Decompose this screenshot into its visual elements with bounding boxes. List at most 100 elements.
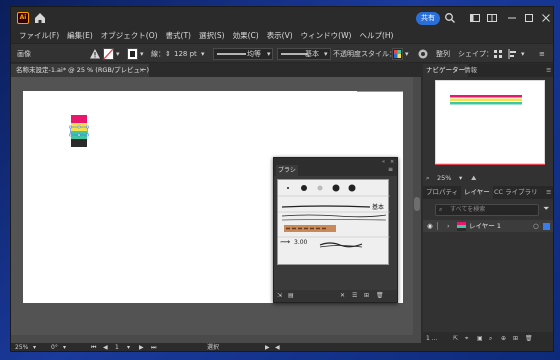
expand-chevron-icon[interactable]: › [447, 220, 450, 232]
visibility-eye-icon[interactable]: ◉ [427, 220, 433, 232]
remove-stroke-icon[interactable]: ✕ [340, 290, 345, 302]
zoom-dropdown-icon[interactable]: ▾ [459, 172, 462, 184]
menu-select[interactable]: 選択(S) [195, 29, 229, 43]
menu-file[interactable]: ファイル(F) [15, 29, 63, 43]
variable-width-dropdown-icon[interactable]: ▾ [267, 48, 271, 60]
fill-dropdown-icon[interactable]: ▾ [116, 48, 120, 60]
status-rotation-dropdown-icon[interactable]: ▾ [63, 343, 66, 351]
new-brush-icon[interactable]: ⊞ [364, 290, 369, 302]
canvas-area[interactable]: «× ブラシ ≡ 基本 ⟿ 3.00 ⇲ ▤ ✕ ☰ ⊞ 🗑 [11, 77, 421, 343]
navigator-preview[interactable] [435, 80, 545, 164]
selection-handle[interactable] [69, 133, 72, 137]
selection-handle[interactable] [86, 133, 89, 137]
brush-libraries-icon[interactable]: ⇲ [277, 290, 282, 302]
selection-indicator-icon[interactable] [543, 222, 550, 230]
maximize-icon[interactable] [523, 12, 535, 24]
next-artboard-icon[interactable]: ▶ [139, 343, 144, 351]
style-dropdown-icon[interactable]: ▾ [405, 48, 409, 60]
selection-handle[interactable] [86, 125, 89, 129]
horizontal-scrollbar[interactable] [11, 335, 413, 343]
artboard-number[interactable]: 1 [115, 343, 119, 351]
brush-dot-large[interactable] [329, 182, 343, 194]
home-icon[interactable] [33, 11, 47, 25]
opacity-label[interactable]: 不透明度 [333, 48, 361, 60]
status-rotation[interactable]: 0° [51, 343, 58, 351]
stroke-weight-input[interactable]: 128 pt [174, 48, 197, 60]
stroke-swatch[interactable] [127, 48, 138, 60]
delete-brush-icon[interactable]: 🗑 [376, 290, 384, 302]
selection-handle[interactable] [77, 125, 81, 129]
document-tab[interactable]: 名称未設定-1.ai* @ 25 % (RGB/プレビュー) × [11, 64, 149, 77]
panel-menu-icon[interactable]: ≡ [388, 164, 393, 176]
variable-width-select[interactable] [213, 48, 273, 60]
close-tab-icon[interactable]: × [139, 64, 147, 77]
graphic-style-swatch[interactable] [392, 48, 403, 60]
layer-search-input[interactable]: ⌕ すべてを検索 [435, 204, 539, 216]
stroke-weight-dropdown-icon[interactable]: ▾ [201, 48, 205, 60]
layer-row[interactable]: ◉ › レイヤー 1 ○ [423, 220, 553, 232]
fill-swatch[interactable] [103, 48, 114, 60]
artboard-dropdown-icon[interactable]: ▾ [127, 343, 130, 351]
control-menu-icon[interactable]: ≡ [539, 48, 545, 60]
zoom-in-icon[interactable]: ⛰ [471, 172, 476, 184]
menu-type[interactable]: 書式(T) [162, 29, 195, 43]
status-zoom[interactable]: 25% [15, 343, 28, 351]
menu-window[interactable]: ウィンドウ(W) [297, 29, 356, 43]
vertical-scrollbar[interactable] [413, 77, 421, 343]
tab-cc-libraries[interactable]: CC ライブラリ [491, 186, 541, 199]
previous-artboard-icon[interactable]: ◀ [103, 343, 108, 351]
close-icon[interactable] [540, 12, 552, 24]
brush-list[interactable]: 基本 ⟿ 3.00 [277, 179, 390, 265]
minimize-icon[interactable] [506, 12, 518, 24]
navigator-view-box [435, 164, 545, 165]
status-back-icon[interactable]: ◀ [275, 343, 280, 351]
artwork-band[interactable] [71, 139, 87, 147]
search-icon[interactable] [444, 12, 456, 24]
brush-dot-small[interactable] [281, 182, 295, 194]
warning-icon[interactable] [89, 48, 101, 60]
navigator-zoom-value[interactable]: 25% [437, 172, 451, 184]
menu-object[interactable]: オブジェクト(O) [97, 29, 162, 43]
layers-menu-icon[interactable]: ≡ [543, 186, 553, 199]
navigator-menu-icon[interactable]: ≡ [543, 64, 553, 77]
share-button[interactable]: 共有 [416, 12, 440, 25]
status-play-icon[interactable]: ▶ [265, 343, 270, 351]
tab-layers[interactable]: レイヤー [461, 186, 493, 199]
brush-dot-soft[interactable] [313, 182, 327, 194]
workspace-icon[interactable] [486, 12, 498, 24]
brush-definition-dropdown-icon[interactable]: ▾ [324, 48, 328, 60]
shape-label[interactable]: シェイプ： [458, 48, 493, 60]
libraries-panel-icon[interactable]: ▤ [288, 290, 294, 302]
transform-icon[interactable] [492, 48, 504, 60]
brush-dot-xlarge[interactable] [345, 182, 359, 194]
menu-effect[interactable]: 効果(C) [229, 29, 263, 43]
options-icon[interactable]: ☰ [352, 290, 357, 302]
tab-properties[interactable]: プロパティ [423, 186, 461, 199]
status-zoom-dropdown-icon[interactable]: ▾ [33, 343, 36, 351]
zoom-out-icon[interactable]: ⌕ [426, 172, 430, 184]
filter-icon[interactable]: ⏷ [543, 204, 549, 214]
arrange-documents-icon[interactable] [469, 12, 481, 24]
menu-help[interactable]: ヘルプ(H) [355, 29, 397, 43]
target-circle-icon[interactable]: ○ [533, 220, 539, 232]
selection-handle[interactable] [77, 133, 81, 137]
first-artboard-icon[interactable]: ⏮ [91, 343, 96, 351]
artwork-band[interactable] [71, 115, 87, 123]
align-options-icon[interactable] [507, 48, 519, 60]
tab-info[interactable]: 情報 [461, 64, 480, 77]
brush-definition-select[interactable] [277, 48, 331, 60]
brush-dot-medium[interactable] [297, 182, 311, 194]
tab-brushes[interactable]: ブラシ [276, 165, 298, 176]
vertical-scroll-thumb[interactable] [414, 197, 420, 211]
menu-view[interactable]: 表示(V) [263, 29, 297, 43]
selection-handle[interactable] [69, 125, 72, 129]
layer-name[interactable]: レイヤー 1 [469, 220, 501, 232]
selected-artwork[interactable] [67, 111, 107, 151]
menu-edit[interactable]: 編集(E) [63, 29, 97, 43]
align-label[interactable]: 整列 [436, 48, 450, 60]
last-artboard-icon[interactable]: ⏭ [151, 343, 156, 351]
stroke-stepper-icon[interactable]: ⇕ [165, 48, 171, 60]
recolor-icon[interactable] [417, 48, 429, 60]
stroke-dropdown-icon[interactable]: ▾ [140, 48, 144, 60]
align-dropdown-icon[interactable]: ▾ [521, 48, 525, 60]
